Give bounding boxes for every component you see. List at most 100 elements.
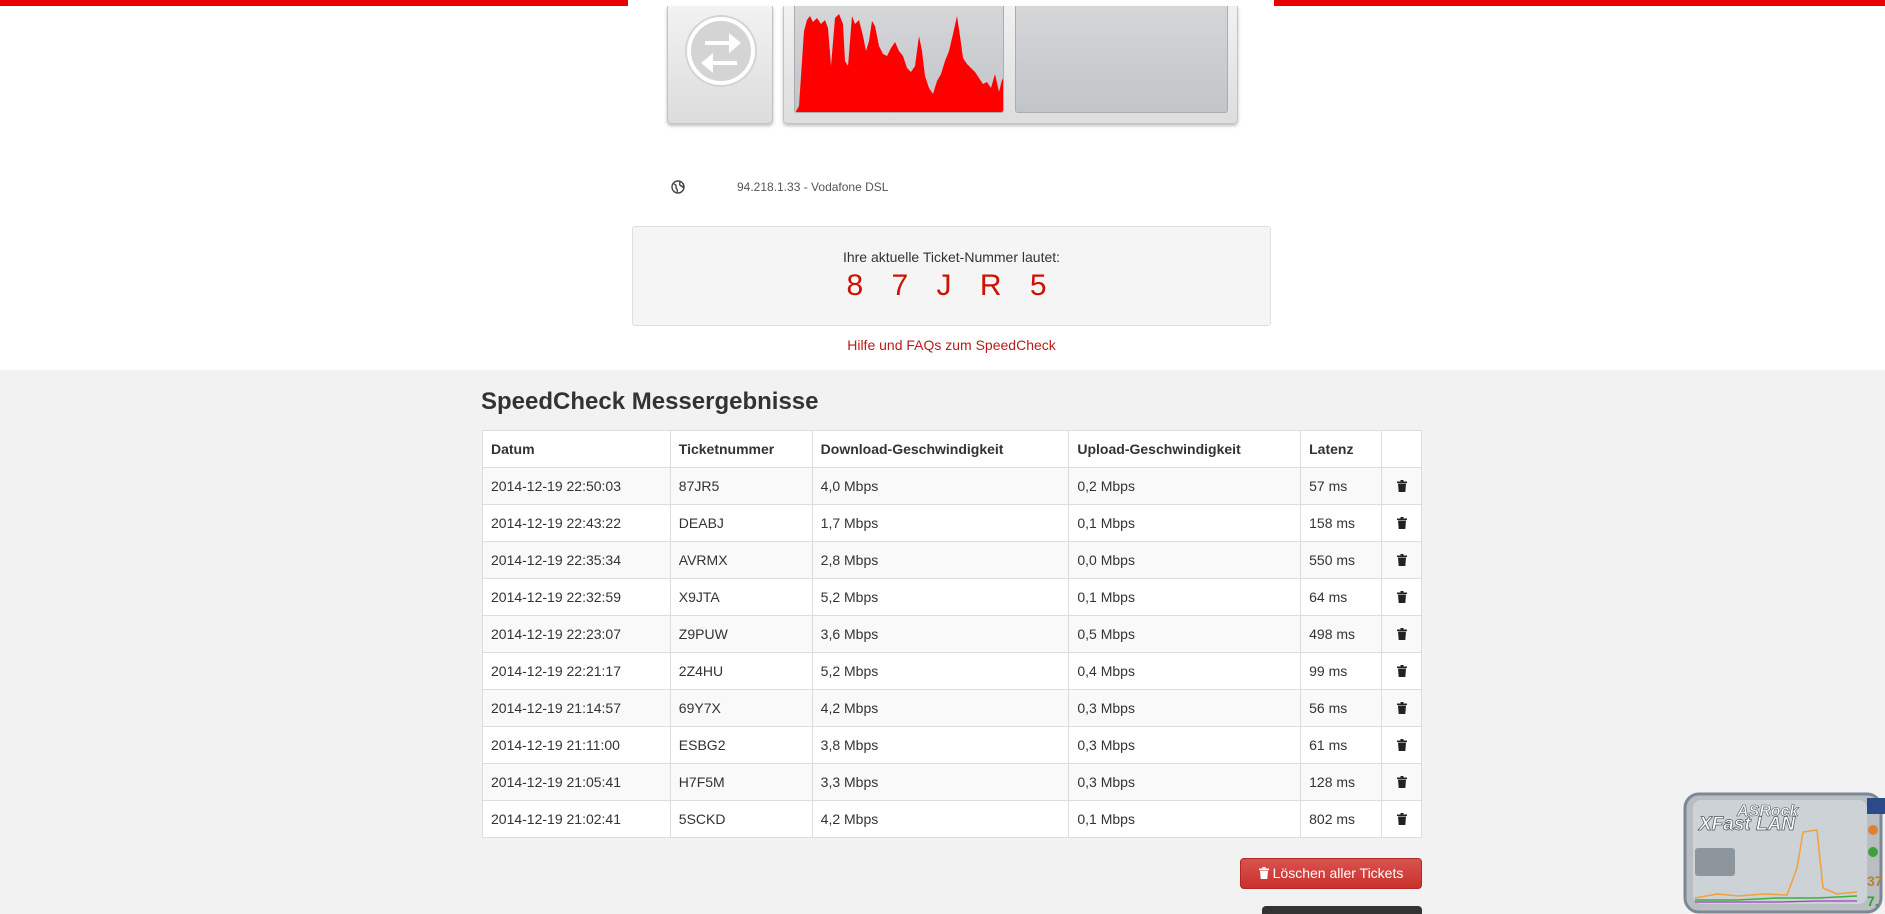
delete-ticket-trash-icon[interactable] (1396, 590, 1407, 606)
cell-ticket: X9JTA (669, 578, 813, 616)
help-faq-link[interactable]: Hilfe und FAQs zum SpeedCheck (0, 337, 1885, 353)
cell-upload: 0,3 Mbps (1068, 689, 1302, 727)
cell-date: 2014-12-19 22:35:34 (482, 541, 671, 579)
cell-actions (1381, 689, 1422, 727)
delete-ticket-trash-icon[interactable] (1396, 479, 1407, 495)
ticket-label: Ihre aktuelle Ticket-Nummer lautet: (842, 249, 1061, 265)
cell-upload: 0,0 Mbps (1068, 541, 1302, 579)
cell-download: 5,2 Mbps (811, 652, 1070, 690)
cell-download: 3,6 Mbps (811, 615, 1070, 653)
cell-actions (1381, 652, 1422, 690)
cell-date: 2014-12-19 22:32:59 (482, 578, 671, 616)
delete-all-label: Löschen aller Tickets (1272, 865, 1404, 881)
download-graph-area (795, 14, 1003, 112)
ticket-box: Ihre aktuelle Ticket-Nummer lautet: 8 7 … (632, 226, 1271, 326)
cell-upload: 0,1 Mbps (1068, 800, 1302, 838)
cell-date: 2014-12-19 22:23:07 (482, 615, 671, 653)
cell-actions (1381, 763, 1422, 801)
cell-latency: 99 ms (1300, 652, 1383, 690)
delete-ticket-trash-icon[interactable] (1396, 701, 1407, 717)
cell-ticket: ESBG2 (669, 726, 813, 764)
table-row: 2014-12-19 21:11:00 ESBG2 3,8 Mbps 0,3 Mbps… (482, 726, 1422, 764)
cell-ticket: Z9PUW (669, 615, 813, 653)
table-row: 2014-12-19 22:32:59 X9JTA 5,2 Mbps 0,1 Mbps… (482, 578, 1422, 616)
cell-ticket: 2Z4HU (669, 652, 813, 690)
column-header-upload: Upload-Geschwindigkeit (1068, 430, 1302, 468)
swap-arrows-icon[interactable] (683, 13, 759, 89)
cell-download: 4,2 Mbps (811, 800, 1070, 838)
table-row: 2014-12-19 22:23:07 Z9PUW 3,6 Mbps 0,5 Mbps… (482, 615, 1422, 653)
results-table: Datum Ticketnummer Download-Geschwindigk… (482, 430, 1422, 838)
cell-ticket: 5SCKD (669, 800, 813, 838)
delete-all-tickets-button[interactable]: Löschen aller Tickets (1240, 858, 1422, 889)
cell-latency: 57 ms (1300, 467, 1383, 505)
xfast-lan-text: XFast LAN (1698, 814, 1796, 835)
cell-upload: 0,4 Mbps (1068, 652, 1302, 690)
cell-download: 4,2 Mbps (811, 689, 1070, 727)
cell-upload: 0,3 Mbps (1068, 726, 1302, 764)
cell-latency: 56 ms (1300, 689, 1383, 727)
delete-ticket-trash-icon[interactable] (1396, 664, 1407, 680)
column-header-date: Datum (482, 430, 671, 468)
cell-actions (1381, 726, 1422, 764)
results-section: SpeedCheck Messergebnisse Datum Ticketnu… (0, 370, 1885, 914)
column-header-latency: Latenz (1300, 430, 1383, 468)
cell-ticket: DEABJ (669, 504, 813, 542)
column-header-download: Download-Geschwindigkeit (811, 430, 1070, 468)
cell-latency: 498 ms (1300, 615, 1383, 653)
table-row: 2014-12-19 22:35:34 AVRMX 2,8 Mbps 0,0 Mbps… (482, 541, 1422, 579)
cell-date: 2014-12-19 21:02:41 (482, 800, 671, 838)
table-row: 2014-12-19 21:05:41 H7F5M 3,3 Mbps 0,3 Mbps… (482, 763, 1422, 801)
cell-actions (1381, 578, 1422, 616)
cell-download: 3,8 Mbps (811, 726, 1070, 764)
table-row: 2014-12-19 22:43:22 DEABJ 1,7 Mbps 0,1 Mbps… (482, 504, 1422, 542)
widget-value-1: 37 (1867, 873, 1883, 889)
table-row: 2014-12-19 21:14:57 69Y7X 4,2 Mbps 0,3 Mbps… (482, 689, 1422, 727)
results-title: SpeedCheck Messergebnisse (481, 388, 819, 415)
table-header-row: Datum Ticketnummer Download-Geschwindigk… (482, 430, 1422, 468)
cell-date: 2014-12-19 22:21:17 (482, 652, 671, 690)
cell-ticket: AVRMX (669, 541, 813, 579)
cell-latency: 61 ms (1300, 726, 1383, 764)
table-row: 2014-12-19 22:50:03 87JR5 4,0 Mbps 0,2 Mbps… (482, 467, 1422, 505)
delete-ticket-trash-icon[interactable] (1396, 553, 1407, 569)
cell-date: 2014-12-19 22:43:22 (482, 504, 671, 542)
delete-ticket-trash-icon[interactable] (1396, 812, 1407, 828)
cell-latency: 802 ms (1300, 800, 1383, 838)
asrock-xfast-lan-widget[interactable]: ASRock XFast LAN 37 7. (1677, 790, 1885, 914)
delete-ticket-trash-icon[interactable] (1396, 516, 1407, 532)
cell-date: 2014-12-19 22:50:03 (482, 467, 671, 505)
results-table-body: 2014-12-19 22:50:03 87JR5 4,0 Mbps 0,2 Mbps… (482, 467, 1422, 838)
cell-date: 2014-12-19 21:05:41 (482, 763, 671, 801)
secondary-button[interactable] (1262, 906, 1422, 914)
cell-latency: 128 ms (1300, 763, 1383, 801)
cell-download: 1,7 Mbps (811, 504, 1070, 542)
ip-provider-text: 94.218.1.33 - Vodafone DSL (737, 180, 889, 194)
cell-latency: 64 ms (1300, 578, 1383, 616)
cell-upload: 0,1 Mbps (1068, 504, 1302, 542)
delete-ticket-trash-icon[interactable] (1396, 775, 1407, 791)
column-header-ticket: Ticketnummer (669, 430, 813, 468)
widget-value-2: 7. (1867, 893, 1879, 909)
ticket-number: 8 7 J R 5 (846, 269, 1057, 302)
cell-upload: 0,3 Mbps (1068, 763, 1302, 801)
speedcheck-upper-section: 94.218.1.33 - Vodafone DSL Ihre aktuelle… (0, 6, 1885, 370)
cell-ticket: 87JR5 (669, 467, 813, 505)
delete-ticket-trash-icon[interactable] (1396, 738, 1407, 754)
upload-graph (1015, 6, 1228, 113)
cell-actions (1381, 615, 1422, 653)
cell-download: 4,0 Mbps (811, 467, 1070, 505)
table-row: 2014-12-19 22:21:17 2Z4HU 5,2 Mbps 0,4 Mbps… (482, 652, 1422, 690)
cell-upload: 0,2 Mbps (1068, 467, 1302, 505)
cell-upload: 0,1 Mbps (1068, 578, 1302, 616)
cell-download: 5,2 Mbps (811, 578, 1070, 616)
cell-latency: 158 ms (1300, 504, 1383, 542)
cell-download: 2,8 Mbps (811, 541, 1070, 579)
cell-actions (1381, 504, 1422, 542)
column-header-actions (1381, 430, 1422, 468)
cell-upload: 0,5 Mbps (1068, 615, 1302, 653)
cell-date: 2014-12-19 21:11:00 (482, 726, 671, 764)
direction-toggle-panel[interactable] (667, 6, 773, 124)
delete-ticket-trash-icon[interactable] (1396, 627, 1407, 643)
cell-date: 2014-12-19 21:14:57 (482, 689, 671, 727)
